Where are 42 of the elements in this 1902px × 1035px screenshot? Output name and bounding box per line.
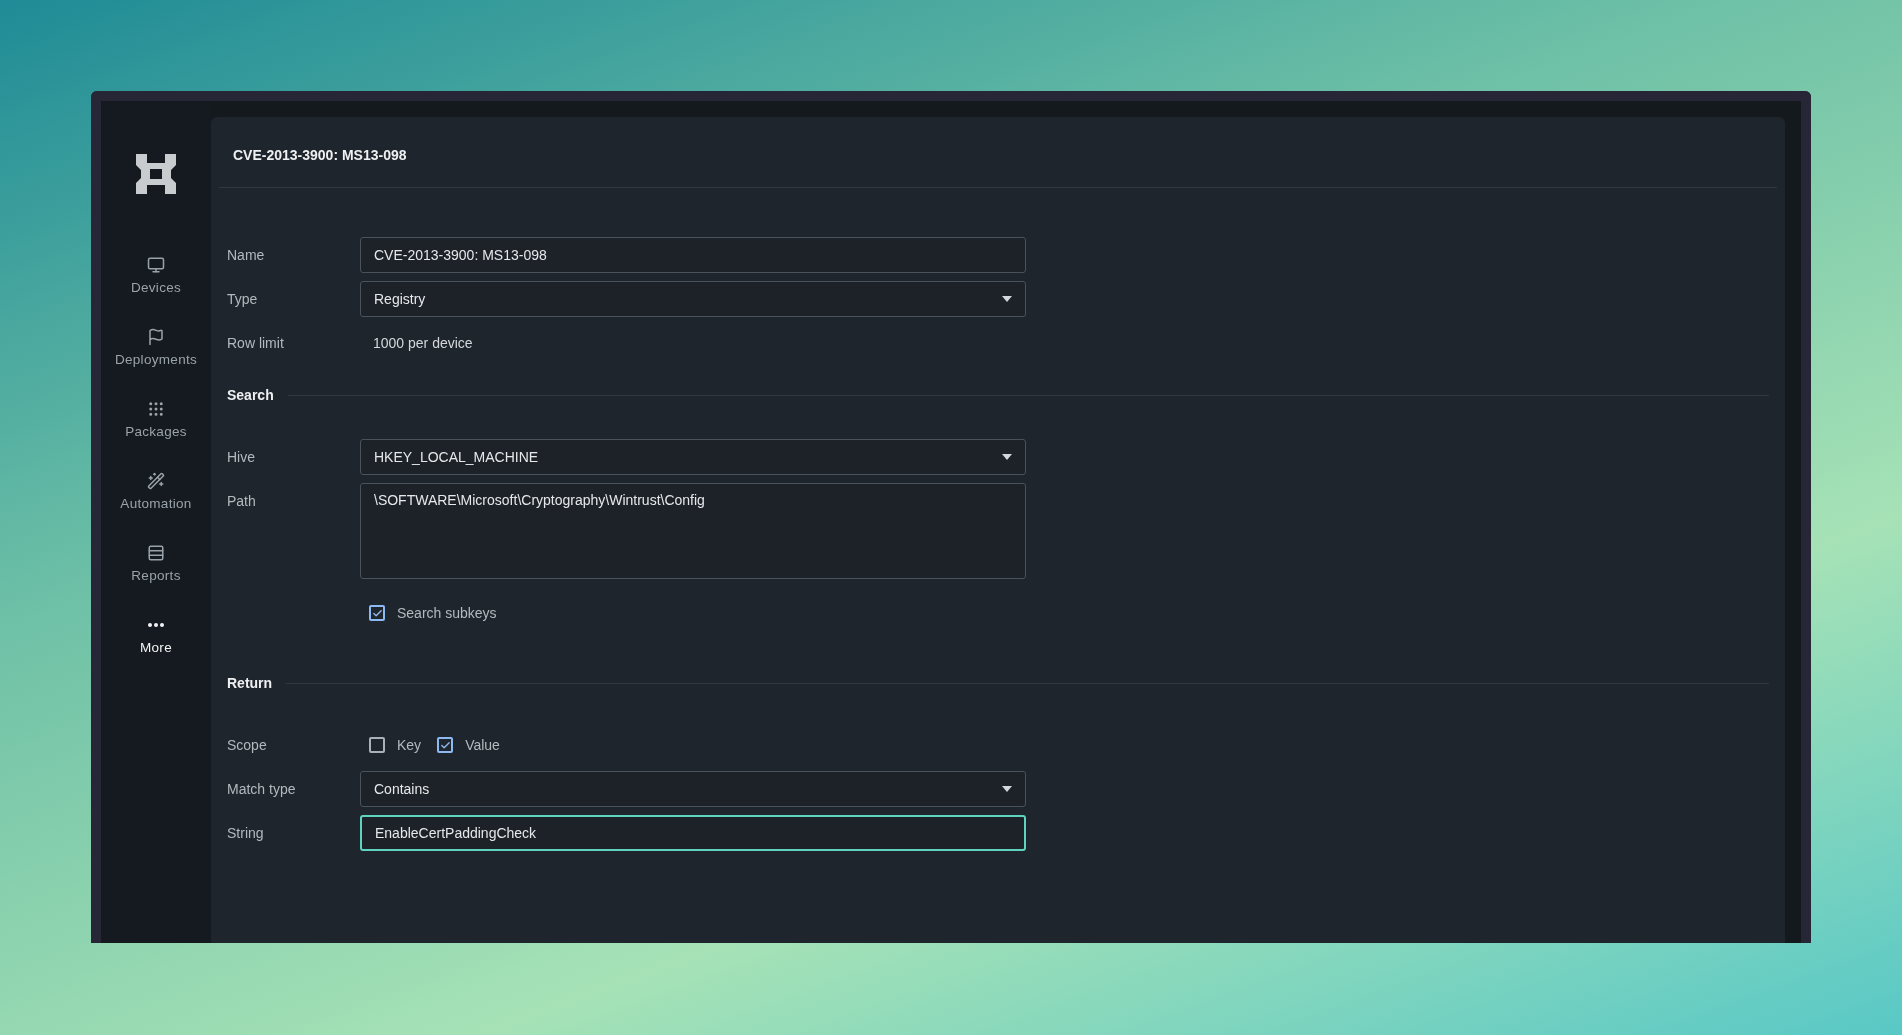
dropdown[interactable]: Contains [360,771,1026,807]
nav-item[interactable]: Reports [101,544,211,616]
nav-item[interactable]: Deployments [101,328,211,400]
checkbox-option[interactable]: Key [369,737,422,753]
checkbox[interactable] [437,737,454,753]
field-label: Name [227,246,266,265]
nav-item[interactable]: Devices [101,256,211,328]
checkbox-option[interactable]: Value [437,737,500,753]
caret-icon [1002,786,1012,792]
section-heading: Return [227,675,273,691]
nav-item[interactable]: More [101,616,211,688]
field-label: Type [227,290,259,309]
field-value: 1000 per device [372,334,473,353]
checkbox-option[interactable]: Search subkeys [369,605,497,621]
nav-icon [148,623,164,627]
caret-icon [1002,296,1012,302]
field-label: Path [227,492,257,511]
field-label: String [227,824,265,843]
checkbox[interactable] [369,737,385,753]
dropdown[interactable]: Registry [360,281,1026,317]
field-label: Row limit [227,334,285,353]
nav-icon [147,328,165,346]
nav-icon [147,256,165,274]
checkbox[interactable] [369,605,385,621]
caret-icon [1002,454,1012,460]
section-heading: Search [227,387,274,403]
field-label: Match type [227,780,297,799]
page-title: CVE-2013-3900: MS13-098 [219,117,1777,188]
nav-item[interactable]: Packages [101,400,211,472]
field-label: Scope [227,736,268,755]
text-field[interactable]: EnableCertPaddingCheck [360,815,1026,851]
nav-item[interactable]: Automation [101,472,211,544]
text-area[interactable]: \SOFTWARE\Microsoft\Cryptography\Wintrust\Config [360,483,1026,579]
nav-icon [147,400,165,418]
check-icon [371,607,383,619]
logo-icon [136,154,176,194]
text-field[interactable]: CVE-2013-3900: MS13-098 [360,237,1026,273]
dropdown[interactable]: HKEY_LOCAL_MACHINE [360,439,1026,475]
check-icon [439,739,451,751]
field-label: Hive [227,448,256,467]
nav-icon [147,544,165,562]
nav-icon [147,472,165,490]
